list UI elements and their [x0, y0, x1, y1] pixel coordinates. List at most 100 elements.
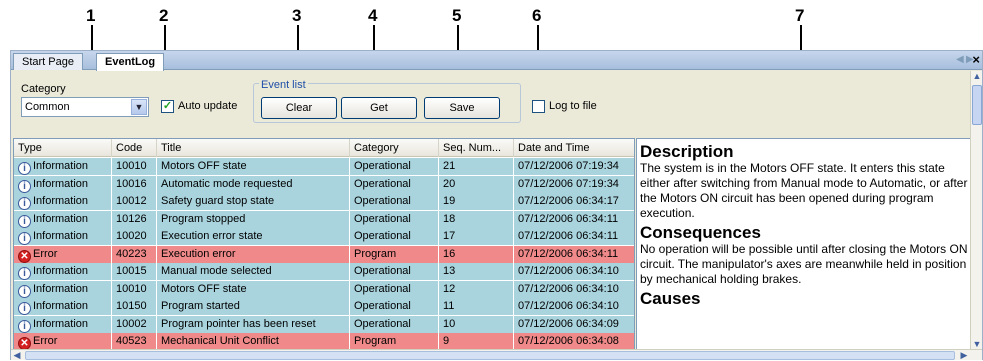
- table-cell-date: 07/12/2006 07:19:34: [514, 158, 634, 175]
- column-header-type[interactable]: Type: [14, 139, 112, 157]
- table-cell-text: 10126: [116, 212, 147, 225]
- category-select[interactable]: Common ▼: [21, 97, 149, 117]
- error-icon: ✕: [18, 249, 31, 263]
- table-cell-type: i Information: [14, 210, 112, 228]
- auto-update-label: Auto update: [178, 100, 238, 112]
- column-header-date-time[interactable]: Date and Time: [514, 139, 634, 157]
- description-text: The system is in the Motors OFF state. I…: [640, 161, 968, 220]
- table-cell-type: ✕ Error: [14, 333, 112, 349]
- table-cell-date: 07/12/2006 06:34:10: [514, 281, 634, 298]
- table-row[interactable]: ✕ Error 40223 Execution error Program 16 07/12…: [14, 245, 634, 263]
- table-cell-text: 20: [443, 177, 456, 190]
- table-cell-type: ✕ Error: [14, 245, 112, 263]
- log-to-file-checkbox[interactable]: [532, 100, 545, 113]
- table-cell-category: Operational: [350, 175, 439, 193]
- tab-bar: Start Page EventLog ◀ ▶ ×: [11, 51, 982, 71]
- table-cell-text: 07/12/2006 06:34:17: [518, 195, 619, 207]
- table-row[interactable]: i Information 10002 Program pointer has bee…: [14, 315, 634, 333]
- table-cell-text: Manual mode selected: [161, 265, 272, 277]
- close-icon[interactable]: ×: [972, 52, 980, 67]
- tab-start-page[interactable]: Start Page: [13, 53, 83, 70]
- event-details-pane: Description The system is in the Motors …: [636, 138, 971, 350]
- callout-number-7: 7: [795, 6, 805, 25]
- table-row[interactable]: i Information 10010 Motors OFF state Operati…: [14, 280, 634, 298]
- table-cell-category: Operational: [350, 315, 439, 333]
- table-cell-text: 10016: [116, 177, 147, 190]
- table-row[interactable]: ✕ Error 40523 Mechanical Unit Conflict Progr…: [14, 333, 634, 349]
- table-row[interactable]: i Information 10016 Automatic mode requeste…: [14, 175, 634, 193]
- table-cell-text: 10: [443, 317, 456, 330]
- horizontal-scroll-thumb[interactable]: [25, 351, 955, 360]
- get-button[interactable]: Get: [341, 97, 417, 119]
- table-cell-seq: 11: [439, 298, 514, 315]
- vertical-scroll-thumb[interactable]: [972, 85, 982, 125]
- information-icon: i: [18, 284, 31, 298]
- tab-eventlog[interactable]: EventLog: [96, 53, 165, 71]
- table-row[interactable]: i Information 10150 Program started Operatio…: [14, 298, 634, 315]
- table-row[interactable]: i Information 10010 Motors OFF state Operati…: [14, 158, 634, 175]
- scroll-down-icon[interactable]: ▼: [971, 339, 983, 349]
- table-cell-seq: 17: [439, 228, 514, 245]
- auto-update-checkbox[interactable]: ✓: [161, 100, 174, 113]
- table-cell-type: i Information: [14, 315, 112, 333]
- scroll-left-icon[interactable]: ◀: [11, 350, 23, 361]
- table-cell-title: Execution error state: [157, 228, 350, 245]
- table-cell-code: 10016: [112, 175, 157, 193]
- table-cell-text: 10010: [116, 160, 147, 172]
- table-cell-seq: 10: [439, 315, 514, 333]
- grid-header: Type Code Title Category Seq. Num... Dat…: [14, 139, 634, 157]
- table-cell-date: 07/12/2006 06:34:08: [514, 333, 634, 349]
- table-cell-code: 40523: [112, 333, 157, 349]
- table-cell-text: Operational: [354, 160, 411, 172]
- table-cell-type: i Information: [14, 280, 112, 298]
- table-cell-seq: 20: [439, 175, 514, 193]
- information-icon: i: [18, 232, 31, 245]
- table-cell-text: Information: [33, 282, 89, 295]
- table-cell-text: 12: [443, 282, 456, 295]
- column-header-code[interactable]: Code: [112, 139, 157, 157]
- clear-button[interactable]: Clear: [261, 97, 337, 119]
- information-icon: i: [18, 214, 31, 228]
- vertical-scrollbar[interactable]: ▲ ▼: [970, 71, 982, 349]
- table-cell-type: i Information: [14, 228, 112, 245]
- table-cell-text: 07/12/2006 06:34:08: [518, 335, 619, 347]
- scroll-right-icon[interactable]: ▶: [958, 350, 970, 361]
- table-cell-text: 07/12/2006 07:19:34: [518, 177, 619, 190]
- table-cell-text: Execution error state: [161, 230, 263, 242]
- column-header-title[interactable]: Title: [157, 139, 350, 157]
- event-list-label: Event list: [259, 79, 308, 91]
- table-row[interactable]: i Information 10015 Manual mode selected Ope…: [14, 263, 634, 280]
- table-cell-text: 21: [443, 160, 456, 172]
- tab-scroll-left-icon[interactable]: ◀: [956, 54, 964, 65]
- table-cell-text: Execution error: [161, 247, 236, 260]
- table-cell-text: 07/12/2006 06:34:11: [518, 230, 619, 242]
- horizontal-scrollbar[interactable]: ◀ ▶: [11, 349, 982, 360]
- table-cell-text: Operational: [354, 195, 411, 207]
- scroll-up-icon[interactable]: ▲: [971, 71, 983, 81]
- table-cell-text: Program: [354, 335, 397, 347]
- information-icon: i: [18, 197, 31, 210]
- callout-number-4: 4: [368, 6, 378, 25]
- column-header-seq-num[interactable]: Seq. Num...: [439, 139, 514, 157]
- table-cell-title: Mechanical Unit Conflict: [157, 333, 350, 349]
- column-header-category[interactable]: Category: [350, 139, 439, 157]
- table-cell-text: 10002: [116, 317, 147, 330]
- table-row[interactable]: i Information 10012 Safety guard stop state…: [14, 193, 634, 210]
- table-cell-text: Operational: [354, 177, 411, 190]
- table-cell-text: Information: [33, 317, 89, 330]
- save-button[interactable]: Save: [424, 97, 500, 119]
- table-row[interactable]: i Information 10020 Execution error state Op…: [14, 228, 634, 245]
- chevron-down-icon[interactable]: ▼: [131, 99, 147, 115]
- table-cell-type: i Information: [14, 158, 112, 175]
- table-cell-text: Program pointer has been reset: [161, 317, 316, 330]
- table-row[interactable]: i Information 10126 Program stopped Operatio…: [14, 210, 634, 228]
- table-cell-category: Program: [350, 245, 439, 263]
- table-cell-text: 18: [443, 212, 456, 225]
- table-cell-text: Information: [33, 195, 89, 207]
- table-cell-text: 07/12/2006 06:34:10: [518, 300, 619, 312]
- event-list-grid[interactable]: Type Code Title Category Seq. Num... Dat…: [13, 138, 635, 350]
- table-cell-text: Motors OFF state: [161, 282, 247, 295]
- information-icon: i: [18, 179, 31, 193]
- callout-number-5: 5: [452, 6, 462, 25]
- table-cell-title: Automatic mode requested: [157, 175, 350, 193]
